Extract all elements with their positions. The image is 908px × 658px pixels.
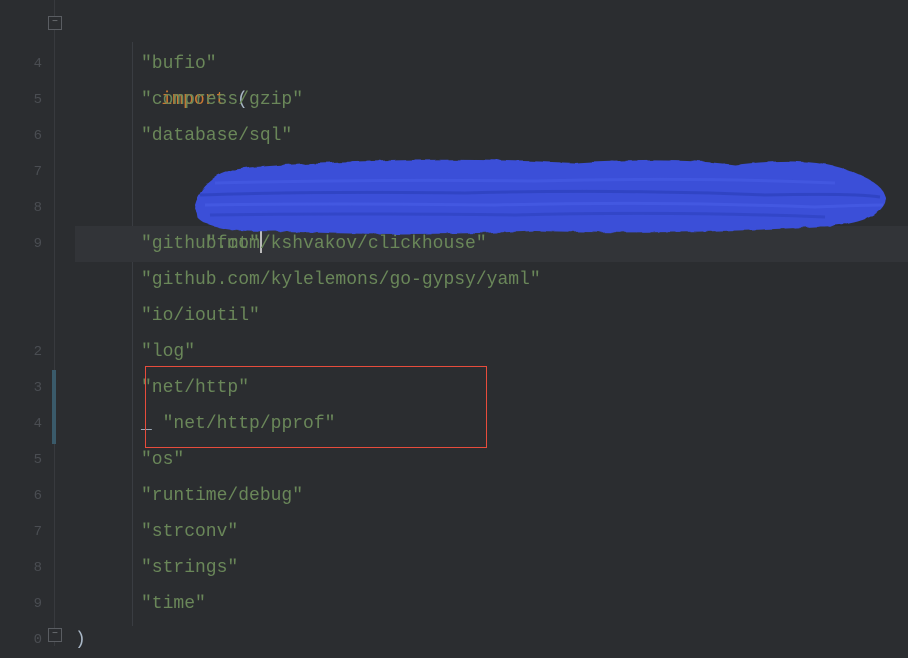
line-number: 5 xyxy=(0,442,54,478)
line-number: 2 xyxy=(0,334,54,370)
import-string: "log" xyxy=(141,342,195,362)
line-number: 6 xyxy=(0,478,54,514)
code-line-current[interactable]: "fmt" xyxy=(75,154,908,190)
line-number: 6 xyxy=(0,118,54,154)
code-line[interactable] xyxy=(75,190,908,226)
code-line[interactable]: "database/sql" xyxy=(75,118,908,154)
line-number: 7 xyxy=(0,154,54,190)
code-editor[interactable]: − 4 5 6 7 8 9 2 3 4 5 6 7 8 9 0 − import… xyxy=(0,0,908,646)
import-string: "github.com/kylelemons/go-gypsy/yaml" xyxy=(141,270,541,290)
code-line[interactable]: "log" xyxy=(75,334,908,370)
line-number: 9 xyxy=(0,226,54,262)
code-line[interactable]: "runtime/debug" xyxy=(75,478,908,514)
code-line[interactable]: "github.com/kshvakov/clickhouse" xyxy=(75,226,908,262)
line-number: 7 xyxy=(0,514,54,550)
close-paren: ) xyxy=(75,630,86,650)
code-line[interactable]: "bufio" xyxy=(75,46,908,82)
import-string: "time" xyxy=(141,594,206,614)
line-number: 9 xyxy=(0,586,54,622)
line-number xyxy=(0,10,54,46)
code-line[interactable]: "github.com/kylelemons/go-gypsy/yaml" xyxy=(75,262,908,298)
line-number xyxy=(0,298,54,334)
import-string: "database/sql" xyxy=(141,126,292,146)
import-string: "bufio" xyxy=(141,54,217,74)
code-line[interactable]: "strings" xyxy=(75,550,908,586)
line-number: 4 xyxy=(0,46,54,82)
blank-identifier: _ xyxy=(141,414,152,434)
import-string: "github.com/kshvakov/clickhouse" xyxy=(141,234,487,254)
import-string: "strconv" xyxy=(141,522,238,542)
import-string: "net/http/pprof" xyxy=(163,414,336,434)
line-number xyxy=(0,262,54,298)
line-number: 4 xyxy=(0,406,54,442)
line-number: 3 xyxy=(0,370,54,406)
code-line[interactable]: "net/http" xyxy=(75,370,908,406)
code-line[interactable]: _ "net/http/pprof" xyxy=(75,406,908,442)
line-gutter: − 4 5 6 7 8 9 2 3 4 5 6 7 8 9 0 − xyxy=(0,0,55,646)
line-number: 8 xyxy=(0,190,54,226)
import-string: "runtime/debug" xyxy=(141,486,303,506)
code-line[interactable]: "io/ioutil" xyxy=(75,298,908,334)
line-number: 8 xyxy=(0,550,54,586)
code-line[interactable]: "strconv" xyxy=(75,514,908,550)
import-string: "os" xyxy=(141,450,184,470)
line-number: 5 xyxy=(0,82,54,118)
import-string: "net/http" xyxy=(141,378,249,398)
import-string: "io/ioutil" xyxy=(141,306,260,326)
line-number: 0 xyxy=(0,622,54,658)
code-line[interactable]: "os" xyxy=(75,442,908,478)
code-line[interactable]: import ( xyxy=(75,10,908,46)
code-line[interactable]: "time" xyxy=(75,586,908,622)
import-string: "compress/gzip" xyxy=(141,90,303,110)
code-content[interactable]: import ( "bufio" "compress/gzip" "databa… xyxy=(55,0,908,646)
code-line[interactable]: "compress/gzip" xyxy=(75,82,908,118)
code-line[interactable]: ) xyxy=(75,622,908,658)
import-string: "strings" xyxy=(141,558,238,578)
